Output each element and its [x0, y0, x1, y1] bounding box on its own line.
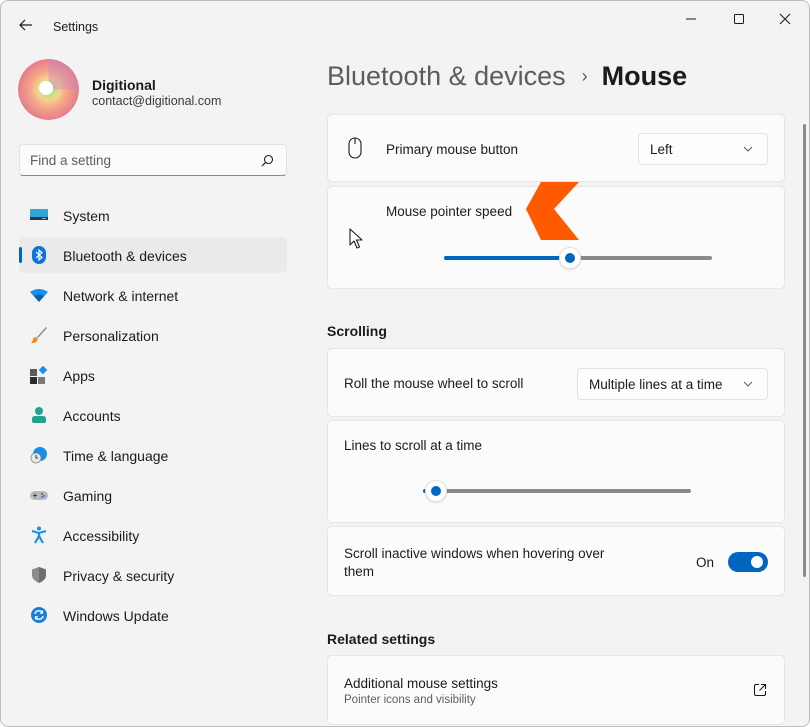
primary-mouse-button-label: Primary mouse button: [386, 142, 519, 157]
sidebar-item-label: Bluetooth & devices: [63, 248, 187, 264]
minimize-button[interactable]: [668, 5, 714, 33]
sidebar-item-system[interactable]: System: [19, 197, 287, 233]
sidebar-item-label: Time & language: [63, 448, 169, 464]
toggle-state-label: On: [696, 555, 715, 570]
mouse-icon: [348, 137, 362, 159]
dropdown-value: Left: [650, 142, 673, 157]
gamepad-icon: [30, 491, 48, 500]
additional-mouse-settings-sublabel: Pointer icons and visibility: [344, 694, 476, 706]
sidebar-item-label: System: [63, 208, 110, 224]
additional-mouse-settings-link[interactable]: Additional mouse settings Pointer icons …: [327, 655, 785, 725]
shield-icon: [32, 567, 46, 583]
profile-email: contact@digitional.com: [92, 94, 222, 108]
sidebar-item-label: Accessibility: [63, 528, 140, 544]
sidebar-item-bluetooth[interactable]: Bluetooth & devices: [19, 237, 287, 273]
breadcrumb: Bluetooth & devices › Mouse: [327, 61, 687, 92]
sidebar-item-label: Personalization: [63, 328, 159, 344]
related-settings-title: Related settings: [327, 631, 436, 647]
external-link-icon: [753, 683, 767, 697]
breadcrumb-parent[interactable]: Bluetooth & devices: [327, 61, 566, 91]
accessibility-icon: [31, 526, 47, 544]
back-button[interactable]: [15, 14, 37, 36]
scrolling-section-title: Scrolling: [327, 323, 387, 339]
title-bar: Settings: [1, 1, 809, 45]
inactive-scroll-card: Scroll inactive windows when hovering ov…: [327, 526, 785, 596]
sidebar-item-personalization[interactable]: Personalization: [19, 317, 287, 353]
inactive-scroll-label: Scroll inactive windows when hovering ov…: [344, 546, 605, 579]
chevron-down-icon: [743, 146, 753, 152]
sidebar-item-label: Network & internet: [63, 288, 179, 304]
sidebar-item-label: Accounts: [63, 408, 121, 424]
update-icon: [31, 607, 47, 623]
maximize-button[interactable]: [716, 5, 762, 33]
wifi-icon: [30, 289, 48, 302]
sidebar-item-label: Privacy & security: [63, 568, 175, 584]
inactive-scroll-toggle[interactable]: [728, 552, 768, 572]
minimize-icon: [686, 18, 696, 20]
person-icon: [32, 407, 46, 423]
search-icon[interactable]: [261, 154, 274, 167]
bluetooth-icon: [32, 246, 46, 264]
sidebar-item-windows-update[interactable]: Windows Update: [19, 597, 287, 633]
sidebar-item-label: Apps: [63, 368, 95, 384]
sidebar-item-apps[interactable]: Apps: [19, 357, 287, 393]
slider-track: [423, 489, 691, 493]
sidebar-nav: System Bluetooth & devices Network & int…: [19, 197, 287, 637]
pointer-speed-label: Mouse pointer speed: [386, 204, 513, 219]
brush-icon: [31, 327, 47, 344]
apps-icon: [30, 366, 48, 384]
sidebar-item-label: Windows Update: [63, 608, 169, 624]
pointer-speed-card: Mouse pointer speed: [327, 186, 785, 289]
wheel-scroll-label: Roll the mouse wheel to scroll: [344, 376, 524, 391]
maximize-icon: [734, 14, 744, 24]
slider-thumb[interactable]: [425, 480, 447, 502]
settings-window: Settings Digitional contact@digitional.c…: [0, 0, 810, 727]
scrollbar[interactable]: [803, 124, 806, 577]
system-icon: [30, 209, 48, 220]
sidebar-item-time-language[interactable]: Time & language: [19, 437, 287, 473]
lines-to-scroll-slider[interactable]: [423, 479, 691, 503]
page-title: Mouse: [601, 61, 688, 91]
slider-fill: [444, 256, 570, 260]
additional-mouse-settings-label: Additional mouse settings: [344, 676, 498, 691]
breadcrumb-separator: ›: [581, 66, 588, 86]
primary-mouse-button-card: Primary mouse button Left: [327, 114, 785, 182]
lines-to-scroll-label: Lines to scroll at a time: [344, 438, 483, 453]
search-input[interactable]: [30, 145, 250, 175]
sidebar-item-accounts[interactable]: Accounts: [19, 397, 287, 433]
close-button[interactable]: [762, 5, 808, 33]
sidebar-item-gaming[interactable]: Gaming: [19, 477, 287, 513]
sidebar-item-privacy[interactable]: Privacy & security: [19, 557, 287, 593]
chevron-down-icon: [743, 381, 753, 387]
sidebar-item-network[interactable]: Network & internet: [19, 277, 287, 313]
sidebar-item-accessibility[interactable]: Accessibility: [19, 517, 287, 553]
search-box[interactable]: [19, 144, 287, 176]
mouse-cursor-icon: [349, 228, 363, 249]
primary-mouse-button-dropdown[interactable]: Left: [638, 133, 768, 165]
lines-to-scroll-card: Lines to scroll at a time: [327, 420, 785, 523]
dropdown-value: Multiple lines at a time: [589, 377, 723, 392]
pointer-speed-slider[interactable]: [444, 246, 712, 270]
sidebar-item-label: Gaming: [63, 488, 113, 504]
wheel-scroll-dropdown[interactable]: Multiple lines at a time: [577, 368, 768, 400]
clock-globe-icon: [30, 447, 47, 464]
back-arrow-icon: [19, 19, 32, 31]
slider-thumb[interactable]: [559, 247, 581, 269]
close-icon: [779, 13, 791, 25]
wheel-scroll-card: Roll the mouse wheel to scroll Multiple …: [327, 348, 785, 417]
profile-name: Digitional: [92, 77, 156, 93]
avatar[interactable]: [18, 59, 79, 120]
window-title: Settings: [53, 20, 99, 34]
